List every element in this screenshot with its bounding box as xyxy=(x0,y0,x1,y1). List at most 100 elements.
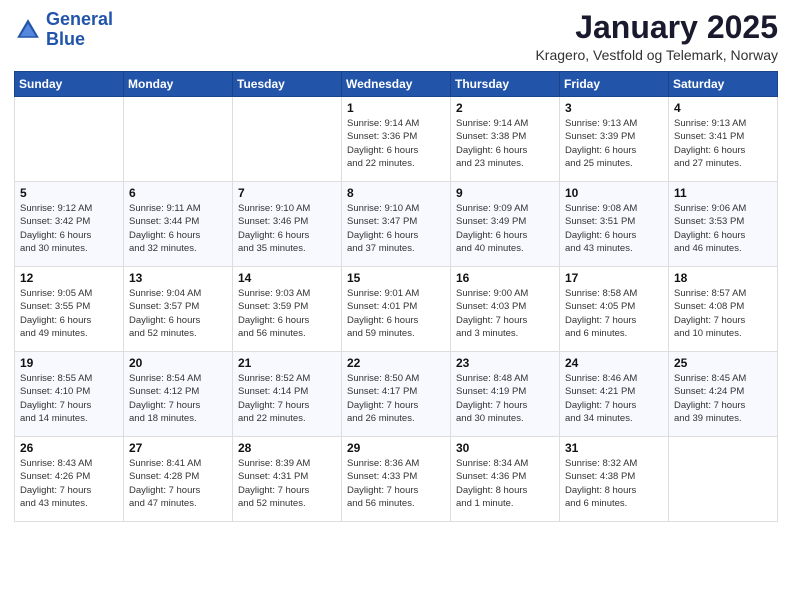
day-number: 5 xyxy=(20,186,118,200)
day-number: 3 xyxy=(565,101,663,115)
day-number: 4 xyxy=(674,101,772,115)
day-cell: 9 Sunrise: 9:09 AM Sunset: 3:49 PM Daylig… xyxy=(451,182,560,267)
weekday-header-sunday: Sunday xyxy=(15,72,124,97)
day-cell: 14Sunrise: 9:03 AM Sunset: 3:59 PM Dayli… xyxy=(233,267,342,352)
day-number: 17 xyxy=(565,271,663,285)
day-number: 19 xyxy=(20,356,118,370)
weekday-header-monday: Monday xyxy=(124,72,233,97)
day-cell: 28Sunrise: 8:39 AM Sunset: 4:31 PM Dayli… xyxy=(233,437,342,522)
day-cell: 8 Sunrise: 9:10 AM Sunset: 3:47 PM Daylig… xyxy=(342,182,451,267)
day-cell: 23Sunrise: 8:48 AM Sunset: 4:19 PM Dayli… xyxy=(451,352,560,437)
day-info: Sunrise: 9:00 AM Sunset: 4:03 PM Dayligh… xyxy=(456,287,554,340)
day-number: 10 xyxy=(565,186,663,200)
weekday-header-tuesday: Tuesday xyxy=(233,72,342,97)
day-number: 13 xyxy=(129,271,227,285)
page: General Blue January 2025 Kragero, Vestf… xyxy=(0,0,792,612)
day-cell: 10 Sunrise: 9:08 AM Sunset: 3:51 PM Dayli… xyxy=(560,182,669,267)
day-number: 2 xyxy=(456,101,554,115)
day-cell: 21Sunrise: 8:52 AM Sunset: 4:14 PM Dayli… xyxy=(233,352,342,437)
week-row-5: 26 Sunrise: 8:43 AM Sunset: 4:26 PM Dayli… xyxy=(15,437,778,522)
day-cell: 4 Sunrise: 9:13 AM Sunset: 3:41 PM Daylig… xyxy=(669,97,778,182)
day-cell: 11Sunrise: 9:06 AM Sunset: 3:53 PM Dayli… xyxy=(669,182,778,267)
day-cell: 22 Sunrise: 8:50 AM Sunset: 4:17 PM Dayli… xyxy=(342,352,451,437)
day-cell: 1Sunrise: 9:14 AM Sunset: 3:36 PM Daylig… xyxy=(342,97,451,182)
day-number: 22 xyxy=(347,356,445,370)
day-cell: 16Sunrise: 9:00 AM Sunset: 4:03 PM Dayli… xyxy=(451,267,560,352)
calendar: SundayMondayTuesdayWednesdayThursdayFrid… xyxy=(14,71,778,522)
day-info: Sunrise: 8:55 AM Sunset: 4:10 PM Dayligh… xyxy=(20,372,118,425)
weekday-header-saturday: Saturday xyxy=(669,72,778,97)
day-info: Sunrise: 8:43 AM Sunset: 4:26 PM Dayligh… xyxy=(20,457,118,510)
day-info: Sunrise: 8:58 AM Sunset: 4:05 PM Dayligh… xyxy=(565,287,663,340)
day-info: Sunrise: 9:13 AM Sunset: 3:41 PM Dayligh… xyxy=(674,117,772,170)
day-cell xyxy=(15,97,124,182)
weekday-row: SundayMondayTuesdayWednesdayThursdayFrid… xyxy=(15,72,778,97)
day-cell: 2Sunrise: 9:14 AM Sunset: 3:38 PM Daylig… xyxy=(451,97,560,182)
day-cell: 26 Sunrise: 8:43 AM Sunset: 4:26 PM Dayli… xyxy=(15,437,124,522)
day-cell: 27 Sunrise: 8:41 AM Sunset: 4:28 PM Dayli… xyxy=(124,437,233,522)
header: General Blue January 2025 Kragero, Vestf… xyxy=(14,10,778,63)
day-info: Sunrise: 8:52 AM Sunset: 4:14 PM Dayligh… xyxy=(238,372,336,425)
day-number: 29 xyxy=(347,441,445,455)
day-number: 18 xyxy=(674,271,772,285)
week-row-1: 1Sunrise: 9:14 AM Sunset: 3:36 PM Daylig… xyxy=(15,97,778,182)
logo: General Blue xyxy=(14,10,113,50)
day-info: Sunrise: 9:11 AM Sunset: 3:44 PM Dayligh… xyxy=(129,202,227,255)
day-number: 26 xyxy=(20,441,118,455)
day-cell: 29Sunrise: 8:36 AM Sunset: 4:33 PM Dayli… xyxy=(342,437,451,522)
day-number: 28 xyxy=(238,441,336,455)
day-cell xyxy=(124,97,233,182)
day-number: 12 xyxy=(20,271,118,285)
day-info: Sunrise: 8:46 AM Sunset: 4:21 PM Dayligh… xyxy=(565,372,663,425)
day-number: 14 xyxy=(238,271,336,285)
day-cell: 5 Sunrise: 9:12 AM Sunset: 3:42 PM Daylig… xyxy=(15,182,124,267)
day-number: 20 xyxy=(129,356,227,370)
logo-line1: General xyxy=(46,9,113,29)
day-number: 27 xyxy=(129,441,227,455)
logo-text: General Blue xyxy=(46,10,113,50)
day-info: Sunrise: 9:04 AM Sunset: 3:57 PM Dayligh… xyxy=(129,287,227,340)
week-row-2: 5 Sunrise: 9:12 AM Sunset: 3:42 PM Daylig… xyxy=(15,182,778,267)
day-info: Sunrise: 9:12 AM Sunset: 3:42 PM Dayligh… xyxy=(20,202,118,255)
logo-line2: Blue xyxy=(46,29,85,49)
day-info: Sunrise: 8:34 AM Sunset: 4:36 PM Dayligh… xyxy=(456,457,554,510)
day-number: 6 xyxy=(129,186,227,200)
day-number: 7 xyxy=(238,186,336,200)
day-number: 31 xyxy=(565,441,663,455)
week-row-4: 19 Sunrise: 8:55 AM Sunset: 4:10 PM Dayli… xyxy=(15,352,778,437)
day-info: Sunrise: 8:41 AM Sunset: 4:28 PM Dayligh… xyxy=(129,457,227,510)
day-cell: 3 Sunrise: 9:13 AM Sunset: 3:39 PM Daylig… xyxy=(560,97,669,182)
weekday-header-wednesday: Wednesday xyxy=(342,72,451,97)
day-info: Sunrise: 9:05 AM Sunset: 3:55 PM Dayligh… xyxy=(20,287,118,340)
day-cell: 12 Sunrise: 9:05 AM Sunset: 3:55 PM Dayli… xyxy=(15,267,124,352)
day-info: Sunrise: 9:13 AM Sunset: 3:39 PM Dayligh… xyxy=(565,117,663,170)
logo-icon xyxy=(14,16,42,44)
calendar-header: SundayMondayTuesdayWednesdayThursdayFrid… xyxy=(15,72,778,97)
day-number: 15 xyxy=(347,271,445,285)
day-number: 1 xyxy=(347,101,445,115)
title-area: January 2025 Kragero, Vestfold og Telema… xyxy=(535,10,778,63)
day-info: Sunrise: 9:10 AM Sunset: 3:47 PM Dayligh… xyxy=(347,202,445,255)
day-cell: 31 Sunrise: 8:32 AM Sunset: 4:38 PM Dayli… xyxy=(560,437,669,522)
day-info: Sunrise: 8:54 AM Sunset: 4:12 PM Dayligh… xyxy=(129,372,227,425)
day-number: 8 xyxy=(347,186,445,200)
day-info: Sunrise: 9:08 AM Sunset: 3:51 PM Dayligh… xyxy=(565,202,663,255)
day-info: Sunrise: 8:50 AM Sunset: 4:17 PM Dayligh… xyxy=(347,372,445,425)
day-number: 9 xyxy=(456,186,554,200)
day-info: Sunrise: 9:09 AM Sunset: 3:49 PM Dayligh… xyxy=(456,202,554,255)
day-cell xyxy=(669,437,778,522)
day-cell: 19 Sunrise: 8:55 AM Sunset: 4:10 PM Dayli… xyxy=(15,352,124,437)
day-info: Sunrise: 9:10 AM Sunset: 3:46 PM Dayligh… xyxy=(238,202,336,255)
day-cell: 6 Sunrise: 9:11 AM Sunset: 3:44 PM Daylig… xyxy=(124,182,233,267)
day-number: 23 xyxy=(456,356,554,370)
day-cell: 13 Sunrise: 9:04 AM Sunset: 3:57 PM Dayli… xyxy=(124,267,233,352)
weekday-header-friday: Friday xyxy=(560,72,669,97)
day-cell: 7 Sunrise: 9:10 AM Sunset: 3:46 PM Daylig… xyxy=(233,182,342,267)
day-number: 25 xyxy=(674,356,772,370)
day-info: Sunrise: 8:32 AM Sunset: 4:38 PM Dayligh… xyxy=(565,457,663,510)
day-info: Sunrise: 9:06 AM Sunset: 3:53 PM Dayligh… xyxy=(674,202,772,255)
day-cell: 20 Sunrise: 8:54 AM Sunset: 4:12 PM Dayli… xyxy=(124,352,233,437)
month-title: January 2025 xyxy=(535,10,778,45)
day-cell xyxy=(233,97,342,182)
day-info: Sunrise: 8:57 AM Sunset: 4:08 PM Dayligh… xyxy=(674,287,772,340)
